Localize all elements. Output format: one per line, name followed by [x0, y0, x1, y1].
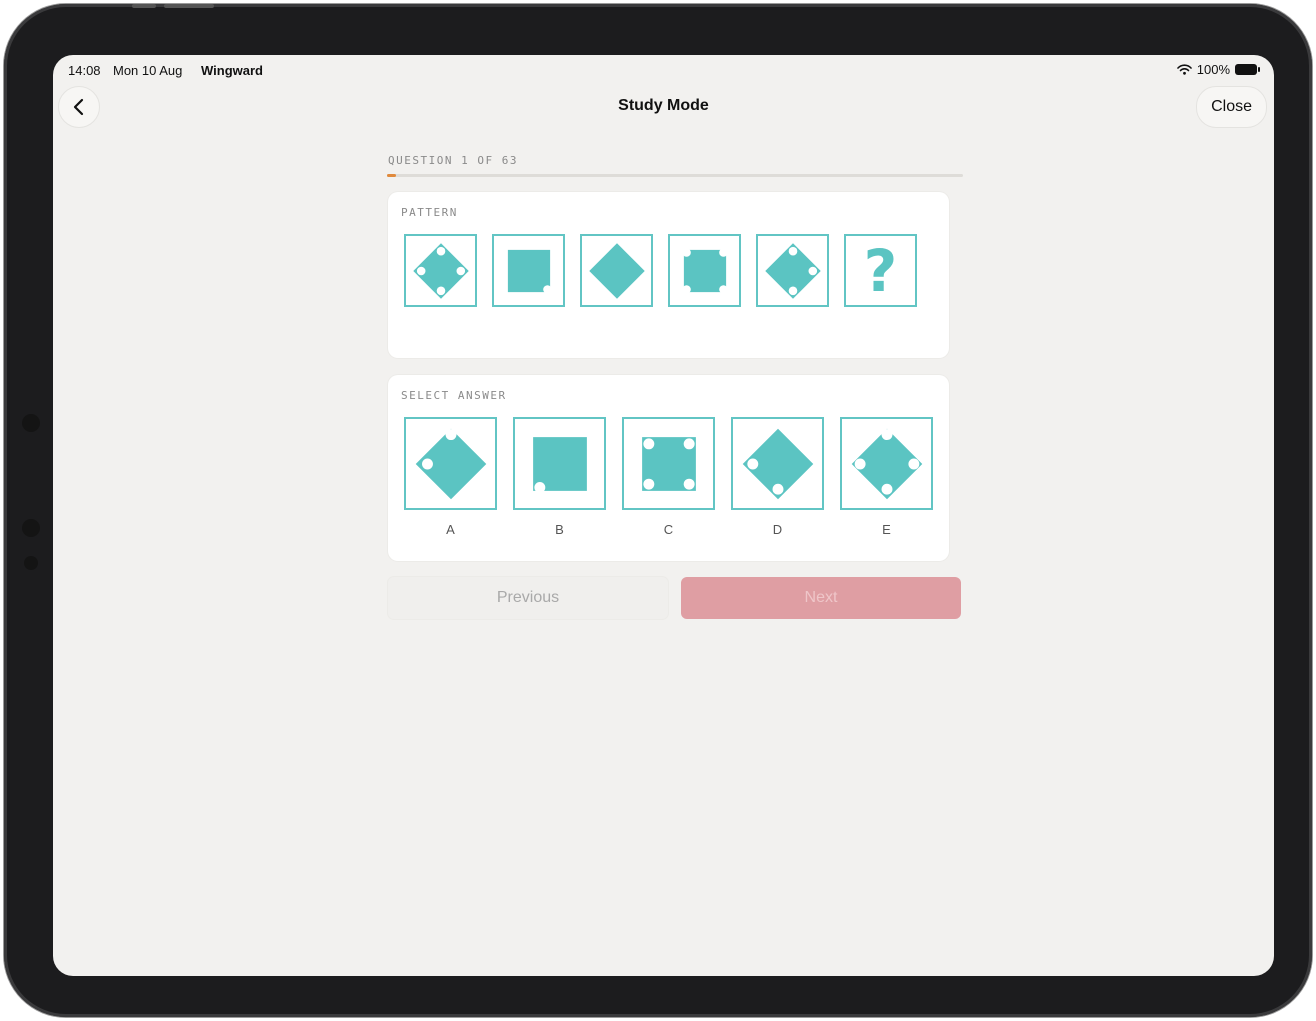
- answer-letter: D: [772, 522, 783, 537]
- status-date: Mon 10 Aug: [113, 63, 183, 78]
- select-answer-label: SELECT ANSWER: [401, 389, 507, 402]
- screen: 14:08 Mon 10 Aug Wingward 100% Study Mod…: [53, 55, 1274, 976]
- previous-button[interactable]: Previous: [388, 577, 668, 619]
- battery-percent: 100%: [1196, 62, 1230, 77]
- volume-button: [132, 4, 156, 8]
- answer-card: SELECT ANSWER A B C D E: [388, 375, 949, 561]
- answer-letter: C: [663, 522, 674, 537]
- progress-bar: [387, 174, 963, 177]
- square-shape-icon: [532, 436, 587, 493]
- answer-letter: A: [446, 522, 455, 537]
- pattern-tile: [580, 234, 653, 307]
- pattern-tile: ?: [844, 234, 917, 307]
- pattern-label: PATTERN: [401, 206, 458, 219]
- answer-tile[interactable]: [731, 417, 824, 510]
- wifi-icon: [1176, 64, 1192, 75]
- answer-option-c[interactable]: C: [622, 417, 715, 537]
- pattern-tile: [404, 234, 477, 307]
- diamond-shape-icon: [588, 242, 645, 299]
- pattern-tile: [668, 234, 741, 307]
- pattern-sequence: ?: [388, 219, 949, 307]
- navigation-buttons: Previous Next: [388, 577, 963, 619]
- diamond-shape-icon: [412, 242, 469, 299]
- side-sensor: [22, 519, 40, 537]
- pattern-tile: [756, 234, 829, 307]
- answer-option-e[interactable]: E: [840, 417, 933, 537]
- side-sensor: [24, 556, 38, 570]
- progress-fill: [387, 174, 397, 177]
- next-button[interactable]: Next: [681, 577, 961, 619]
- answer-option-b[interactable]: B: [513, 417, 606, 537]
- status-bar: 14:08 Mon 10 Aug Wingward 100%: [53, 55, 1274, 85]
- quiz-content: QUESTION 1 OF 63 PATTERN ? SELECT ANSWER…: [387, 154, 963, 619]
- square-shape-icon: [507, 249, 552, 294]
- answer-option-d[interactable]: D: [731, 417, 824, 537]
- status-time: 14:08: [68, 63, 101, 78]
- answer-options: A B C D E: [388, 402, 949, 537]
- diamond-shape-icon: [851, 428, 922, 499]
- battery-icon: [1235, 64, 1260, 75]
- square-shape-icon: [641, 436, 696, 491]
- power-button: [164, 4, 214, 8]
- pattern-card: PATTERN ?: [388, 192, 949, 358]
- tablet-frame: 14:08 Mon 10 Aug Wingward 100% Study Mod…: [4, 4, 1312, 1017]
- answer-letter: B: [555, 522, 564, 537]
- pattern-tile: [492, 234, 565, 307]
- side-sensor: [22, 414, 40, 432]
- answer-letter: E: [882, 522, 891, 537]
- answer-tile[interactable]: [622, 417, 715, 510]
- question-counter: QUESTION 1 OF 63: [388, 154, 518, 167]
- status-indicators: 100%: [1176, 62, 1260, 77]
- answer-tile[interactable]: [840, 417, 933, 510]
- diamond-shape-icon: [764, 242, 821, 299]
- close-button[interactable]: Close: [1196, 86, 1267, 128]
- diamond-shape-icon: [415, 428, 486, 499]
- question-mark-icon: ?: [863, 236, 898, 305]
- diamond-shape-icon: [742, 428, 813, 499]
- status-app-name: Wingward: [201, 63, 263, 78]
- page-title: Study Mode: [618, 97, 709, 114]
- answer-tile[interactable]: [404, 417, 497, 510]
- answer-tile[interactable]: [513, 417, 606, 510]
- answer-option-a[interactable]: A: [404, 417, 497, 537]
- square-shape-icon: [681, 247, 728, 294]
